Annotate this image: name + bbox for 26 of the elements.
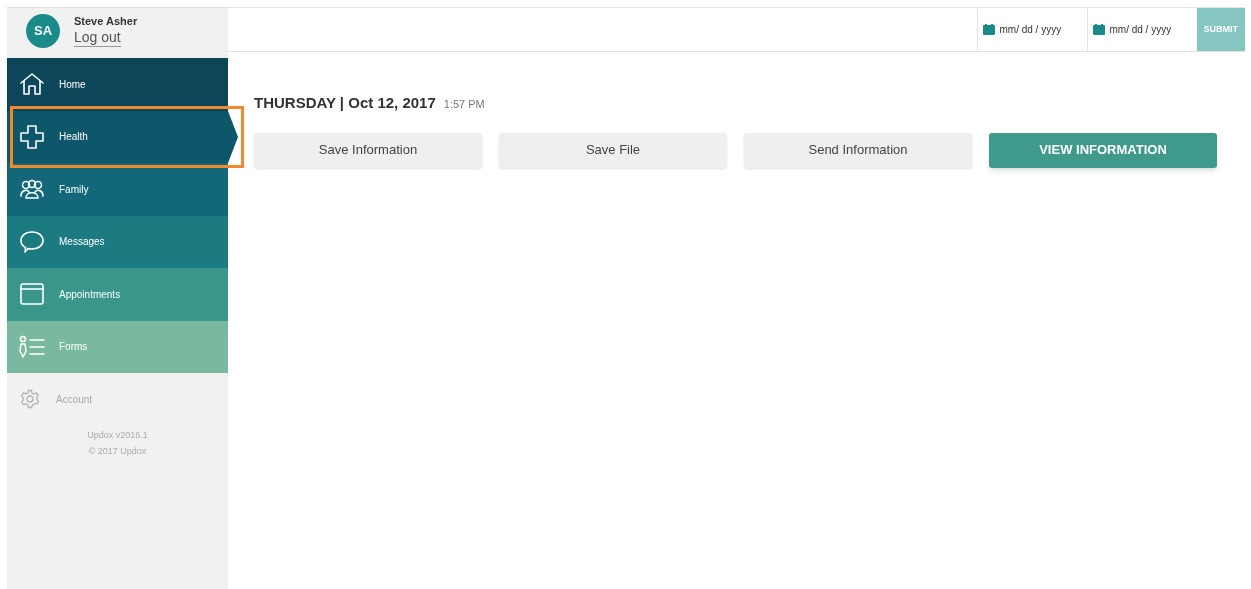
logout-link[interactable]: Log out	[74, 28, 121, 47]
date-field[interactable]: mm/ dd / yyyy	[1109, 22, 1192, 37]
nav-item[interactable]: Family	[7, 163, 228, 216]
action-button[interactable]: VIEW INFORMATION	[989, 132, 1217, 168]
cross-icon	[17, 123, 47, 150]
action-button[interactable]: Save Information	[254, 132, 482, 168]
form-icon	[17, 334, 47, 359]
settings-icon[interactable]	[20, 389, 40, 409]
date-heading: THURSDAY | Oct 12, 2017	[254, 93, 436, 113]
chat-icon	[17, 229, 47, 254]
date-field[interactable]: mm/ dd / yyyy	[999, 22, 1082, 37]
action-button[interactable]: Send Information	[744, 132, 972, 168]
user-name: Steve Asher	[74, 14, 138, 28]
nav-item[interactable]: Appointments	[7, 268, 228, 321]
calendar-icon	[1092, 24, 1105, 35]
version-text: Updox v2016.1	[87, 429, 148, 442]
nav-item[interactable]: Messages	[7, 215, 228, 268]
people-icon	[17, 179, 47, 200]
avatar: SA	[26, 13, 60, 48]
nav-item[interactable]: Home	[7, 58, 228, 111]
calendar-icon	[17, 282, 47, 307]
house-icon	[17, 72, 47, 97]
time-text: 1:57 PM	[443, 97, 485, 112]
copyright-text: © 2017 Updox	[88, 445, 147, 458]
action-button[interactable]: Save File	[499, 132, 727, 168]
calendar-icon	[982, 24, 995, 35]
